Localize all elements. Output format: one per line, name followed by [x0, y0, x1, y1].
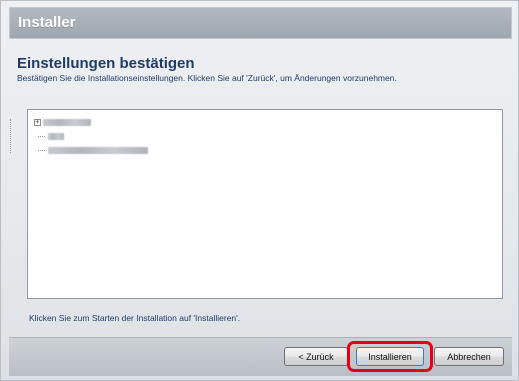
tree-connector — [38, 135, 45, 137]
title-bar: Installer — [9, 7, 512, 39]
expand-icon[interactable]: + — [34, 118, 41, 126]
install-button-highlight — [347, 341, 433, 372]
page-subtitle: Bestätigen Sie die Installationseinstell… — [17, 73, 397, 83]
page-title: Einstellungen bestätigen — [17, 55, 195, 72]
tree-item[interactable]: + — [34, 116, 91, 128]
back-button[interactable]: < Zurück — [284, 347, 348, 366]
tree-item[interactable] — [38, 144, 148, 156]
redacted-text — [48, 146, 148, 154]
installer-window: Installer Einstellungen bestätigen Bestä… — [0, 0, 519, 381]
redacted-text — [43, 118, 91, 126]
cancel-button[interactable]: Abbrechen — [434, 347, 504, 366]
redacted-text — [48, 132, 64, 140]
header-panel: Einstellungen bestätigen Bestätigen Sie … — [9, 47, 512, 99]
tree-connector — [38, 149, 45, 151]
window-title: Installer — [18, 14, 76, 31]
install-instruction: Klicken Sie zum Starten der Installation… — [29, 313, 241, 323]
tree-item[interactable] — [38, 130, 64, 142]
settings-tree[interactable]: + — [27, 109, 503, 299]
tree-vertical-line — [10, 119, 11, 153]
